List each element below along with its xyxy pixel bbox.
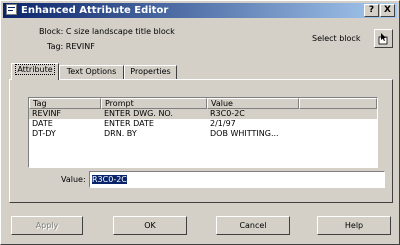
close-button[interactable]: X (380, 4, 395, 17)
column-header-tag[interactable]: Tag (29, 98, 101, 109)
value-label: Value: (61, 175, 86, 184)
table-row[interactable]: REVINF ENTER DWG. NO. R3C0-2C (29, 109, 377, 119)
app-icon (6, 4, 17, 15)
tab-properties[interactable]: Properties (124, 65, 177, 79)
table-row[interactable]: DATE ENTER DATE 2/1/97 (29, 119, 377, 129)
list-header: Tag Prompt Value (29, 98, 377, 109)
column-header-value[interactable]: Value (207, 98, 299, 109)
row-value: R3C0-2C (210, 109, 245, 118)
row-value: DOB WHITTING... (210, 129, 279, 138)
row-tag: DATE (32, 119, 53, 128)
tab-text-options[interactable]: Text Options (59, 65, 124, 79)
tab-attribute-label: Attribute (15, 64, 55, 75)
row-tag: DT-DY (32, 129, 56, 138)
row-prompt: DRN. BY (104, 129, 137, 138)
row-value: 2/1/97 (210, 119, 236, 128)
dialog-window: Enhanced Attribute Editor ? X Block: C s… (0, 0, 400, 245)
pick-cursor-icon (378, 33, 388, 45)
select-block-button[interactable] (374, 29, 393, 48)
row-prompt: ENTER DWG. NO. (104, 109, 173, 118)
help-button[interactable]: Help (317, 216, 391, 235)
row-tag: REVINF (32, 109, 62, 118)
select-block-label: Select block (312, 34, 361, 43)
help-icon-button[interactable]: ? (364, 4, 379, 17)
title-bar: Enhanced Attribute Editor ? X (3, 3, 397, 18)
table-row[interactable]: DT-DY DRN. BY DOB WHITTING... (29, 129, 377, 139)
row-prompt: ENTER DATE (104, 119, 154, 128)
ok-button[interactable]: OK (113, 216, 187, 235)
block-label: Block: C size landscape title block (39, 27, 175, 36)
cancel-button[interactable]: Cancel (216, 216, 290, 235)
value-input[interactable] (89, 171, 385, 188)
column-header-filler (299, 98, 377, 109)
tag-label: Tag: REVINF (47, 42, 95, 51)
column-header-prompt[interactable]: Prompt (101, 98, 207, 109)
apply-button[interactable]: Apply (11, 216, 83, 235)
attribute-list[interactable]: Tag Prompt Value REVINF ENTER DWG. NO. R… (28, 97, 378, 168)
window-title: Enhanced Attribute Editor (21, 5, 169, 16)
tab-attribute[interactable]: Attribute (11, 63, 59, 80)
